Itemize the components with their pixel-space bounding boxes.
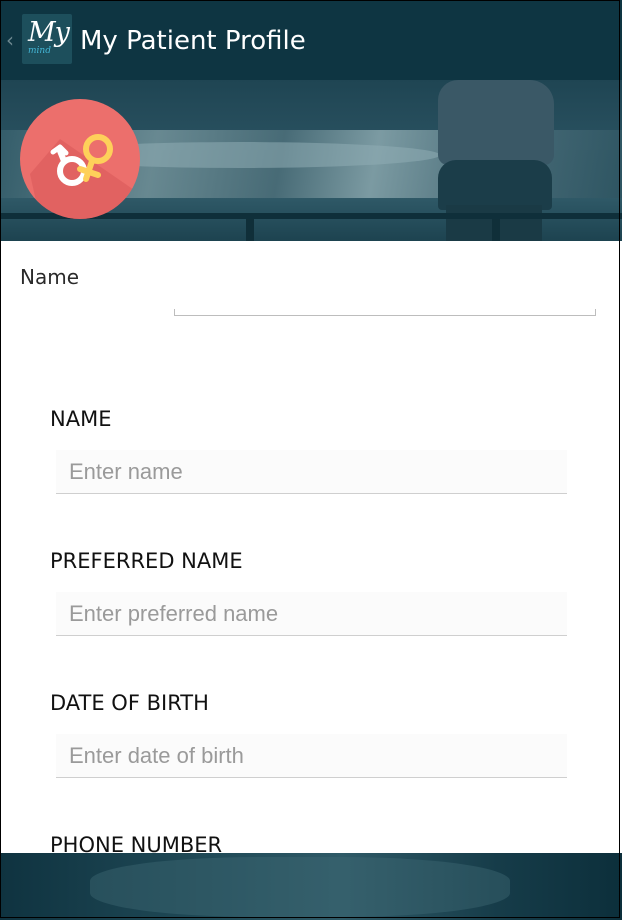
- name-input[interactable]: [56, 450, 567, 493]
- preferred-name-field-label: PREFERRED NAME: [50, 549, 243, 573]
- date-of-birth-field-container: [56, 734, 567, 778]
- preferred-name-field-container: [56, 592, 567, 636]
- name-display-label: Name: [20, 265, 80, 289]
- app-logo-subtext: mind: [28, 46, 51, 56]
- app-logo[interactable]: My mind: [22, 14, 72, 64]
- preferred-name-input[interactable]: [56, 592, 567, 635]
- bottom-banner: [0, 853, 622, 920]
- banner-railing-post: [246, 219, 254, 241]
- chevron-left-icon[interactable]: ‹: [6, 29, 14, 51]
- name-field-label: NAME: [50, 407, 112, 431]
- profile-avatar[interactable]: [20, 99, 140, 219]
- name-field-container: [56, 450, 567, 494]
- profile-banner: [0, 80, 622, 241]
- banner-railing-post: [492, 219, 500, 241]
- date-of-birth-input[interactable]: [56, 734, 567, 777]
- date-of-birth-field-label: DATE OF BIRTH: [50, 691, 209, 715]
- page-title: My Patient Profile: [80, 26, 306, 56]
- banner-person-knees: [438, 160, 552, 210]
- gender-male-female-icon: [30, 134, 140, 219]
- banner-person: [438, 80, 554, 165]
- app-logo-text: My: [28, 17, 70, 48]
- name-display-field[interactable]: [174, 309, 596, 316]
- app-bar: ‹ My mind My Patient Profile: [0, 0, 622, 80]
- bottom-banner-haze: [90, 857, 510, 917]
